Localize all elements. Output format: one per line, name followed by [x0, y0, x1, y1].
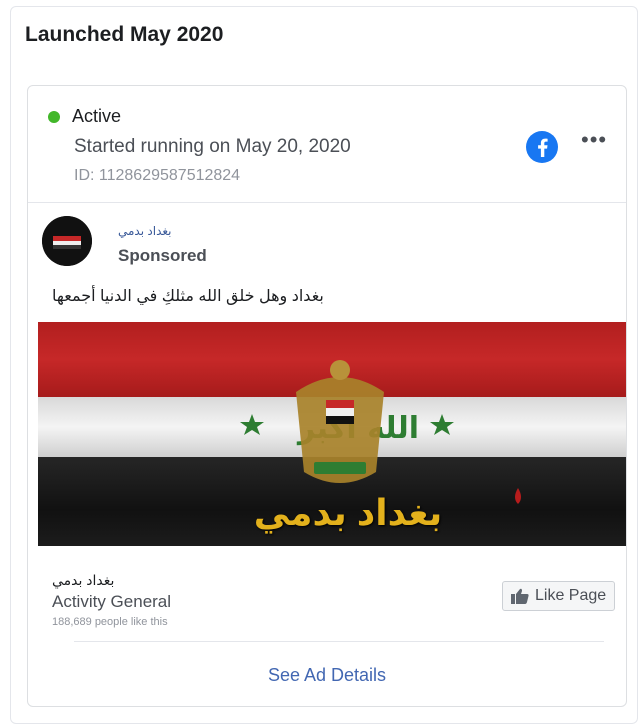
post-caption: بغداد وهل خلق الله مثلكِ في الدنيا أجمعه…: [52, 288, 324, 305]
status-row: Active: [48, 106, 121, 127]
page-avatar[interactable]: [42, 216, 92, 266]
footer-page-name[interactable]: بغداد بدمي: [52, 572, 114, 589]
active-status-dot: [48, 110, 60, 123]
started-running-text: Started running on May 20, 2020: [74, 136, 351, 157]
like-page-button[interactable]: Like Page: [502, 581, 616, 611]
page-category: Activity General: [52, 592, 172, 611]
more-options-icon[interactable]: •••: [581, 129, 607, 151]
ad-creative-image[interactable]: الله أكبر بغداد بدمي: [38, 322, 626, 546]
facebook-icon[interactable]: [525, 130, 559, 164]
post-header: [42, 216, 92, 266]
page-logo-icon: [42, 216, 92, 266]
section-title: Launched May 2020: [25, 23, 224, 46]
ad-status-area: Active Started running on May 20, 2020 I…: [28, 86, 626, 203]
footer-divider: [74, 641, 604, 642]
ad-card: Active Started running on May 20, 2020 I…: [27, 85, 627, 707]
page-like-count: 188,689 people like this: [52, 616, 168, 628]
see-ad-details-link[interactable]: See Ad Details: [28, 665, 626, 686]
sponsored-label: Sponsored: [118, 246, 207, 265]
ad-image-title: بغداد بدمي: [253, 492, 443, 533]
status-label: Active: [72, 106, 122, 126]
ad-library-panel: Launched May 2020 Active Started running…: [10, 6, 638, 724]
thumbs-up-icon: [511, 588, 529, 604]
ad-id: ID: 1128629587512824: [74, 167, 241, 184]
page-name-link[interactable]: بغداد بدمي: [118, 224, 172, 238]
like-page-label: Like Page: [535, 587, 607, 604]
